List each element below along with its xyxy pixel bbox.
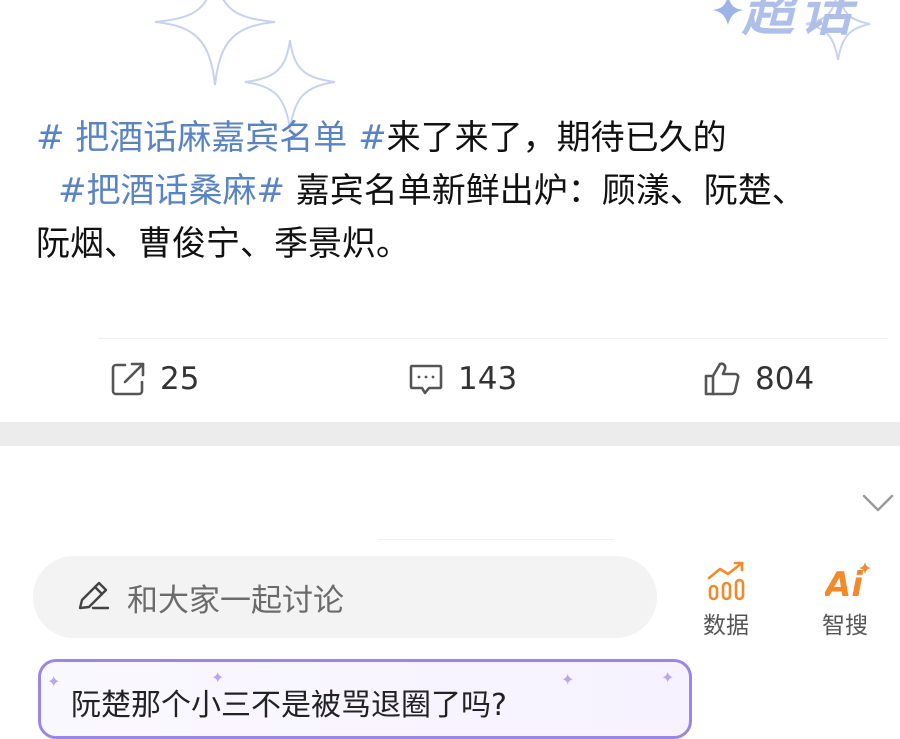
sparkle-icon: ✦ (561, 670, 575, 689)
post-text: 来了来了，期待已久的 (386, 118, 727, 158)
divider (98, 338, 888, 339)
post-text: 阮烟、曹俊宁、季景炽。 (36, 224, 410, 264)
suggestion-text: 阮楚那个小三不是被骂退圈了吗? (71, 688, 507, 723)
ai-search-button[interactable]: Ai 智搜 (805, 556, 885, 640)
repost-button[interactable]: 25 (110, 348, 199, 410)
post-line: # 把酒话麻嘉宾名单 #来了来了，期待已久的 (36, 112, 896, 165)
pencil-icon (75, 578, 111, 616)
thumbs-up-icon (703, 361, 741, 397)
like-count: 804 (755, 361, 815, 397)
divider (378, 539, 614, 540)
svg-text:Ai: Ai (825, 565, 864, 602)
repost-count: 25 (160, 361, 200, 397)
action-bar: 25 143 804 (0, 338, 900, 410)
comment-icon (408, 361, 444, 397)
post-line: #把酒话桑麻# 嘉宾名单新鲜出炉：顾漾、阮楚、 (36, 165, 896, 218)
post-content: # 把酒话麻嘉宾名单 #来了来了，期待已久的 #把酒话桑麻# 嘉宾名单新鲜出炉：… (36, 112, 896, 271)
sparkle-icon: ✦ (661, 668, 675, 687)
suggestion-card[interactable]: ✦ ✦ ✦ ✦ 阮楚那个小三不是被骂退圈了吗? (38, 659, 692, 739)
sparkle-icon: ✦ (47, 672, 61, 691)
data-button[interactable]: 数据 (686, 556, 766, 640)
post-text: 嘉宾名单新鲜出炉：顾漾、阮楚、 (284, 171, 806, 211)
section-separator (0, 422, 900, 446)
repost-icon (110, 361, 146, 397)
comment-count: 143 (458, 361, 518, 397)
like-button[interactable]: 804 (703, 348, 814, 410)
banner-partial-text: 超话 (742, 0, 859, 43)
chevron-down-icon[interactable] (858, 488, 898, 518)
discussion-input[interactable]: 和大家一起讨论 (33, 556, 657, 638)
ai-search-label: 智搜 (822, 613, 868, 639)
discussion-placeholder: 和大家一起讨论 (127, 582, 344, 619)
hashtag-link[interactable]: #把酒话桑麻# (58, 171, 285, 211)
data-label: 数据 (703, 613, 749, 639)
post-line: 阮烟、曹俊宁、季景炽。 (36, 218, 896, 271)
comment-button[interactable]: 143 (408, 348, 517, 410)
hashtag-link[interactable]: # 把酒话麻嘉宾名单 # (36, 118, 387, 158)
